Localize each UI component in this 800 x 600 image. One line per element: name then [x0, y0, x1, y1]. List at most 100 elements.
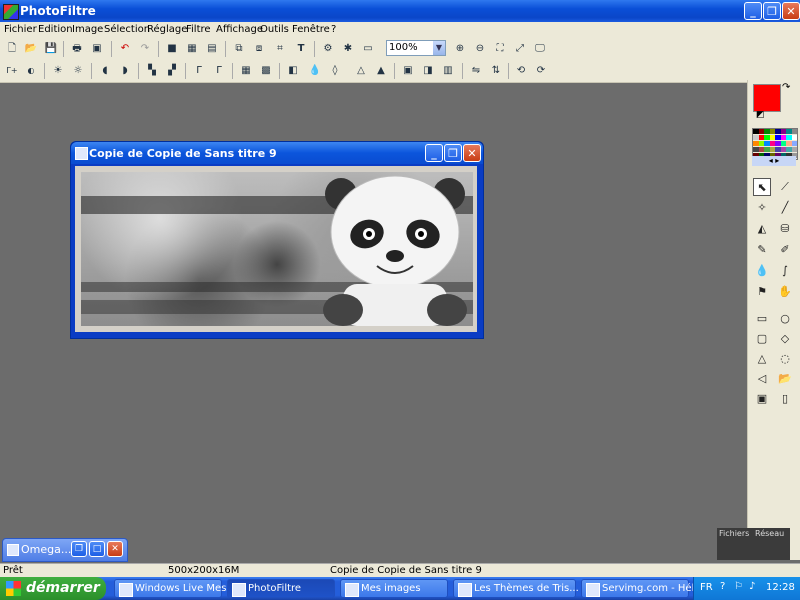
print-icon[interactable]: 🖶 [69, 41, 85, 57]
canvas-size-icon[interactable]: ⧈ [251, 41, 267, 57]
menu-affichage[interactable]: Affichage [216, 24, 263, 35]
color-palette-icon[interactable]: ▦ [184, 41, 200, 57]
magic-wand-tool-icon[interactable]: ✧ [753, 199, 771, 217]
taskbar-item-messenger[interactable]: Windows Live Mess... [114, 579, 241, 598]
close-button[interactable]: ✕ [107, 541, 123, 557]
menu-selection[interactable]: Sélection [104, 24, 150, 35]
pencil-effect-icon[interactable]: △ [353, 63, 369, 79]
gamma-down-icon[interactable]: Γ [191, 63, 207, 79]
taskbar-item-mes-images[interactable]: Mes images [340, 579, 448, 598]
rgb-adjust-icon[interactable]: ▣ [400, 63, 416, 79]
menu-filtre[interactable]: Filtre [186, 24, 211, 35]
menu-image[interactable]: Image [72, 24, 103, 35]
rotate-right-icon[interactable]: ⟳ [533, 63, 549, 79]
clone-stamp-tool-icon[interactable]: ⚑ [753, 283, 771, 301]
rotate-left-icon[interactable]: ⟲ [513, 63, 529, 79]
saturation-down-icon[interactable]: ▚ [144, 63, 160, 79]
maximize-button[interactable]: □ [89, 541, 105, 557]
brush-tool-icon[interactable]: ✎ [753, 241, 771, 259]
help-tray-icon[interactable]: ? [720, 581, 725, 592]
chevron-down-icon[interactable]: ▼ [433, 41, 445, 55]
palette-scroll-arrows[interactable]: ◂ ▸ [752, 156, 796, 166]
open-folder-icon[interactable]: 📂 [23, 41, 39, 57]
taskbar-item-servimg[interactable]: Servimg.com - Héb... [581, 579, 707, 598]
menu-edition[interactable]: Edition [38, 24, 73, 35]
minimize-button[interactable]: _ [744, 2, 762, 20]
gamma-up-icon[interactable]: Γ [211, 63, 227, 79]
colorize-icon[interactable]: ▥ [440, 63, 456, 79]
maximize-button[interactable]: ❐ [763, 2, 781, 20]
blur-drop-tool-icon[interactable]: 💧 [753, 262, 771, 280]
emboss-icon[interactable]: ▲ [373, 63, 389, 79]
rounded-rect-shape-icon[interactable]: ▢ [753, 330, 771, 348]
close-button[interactable]: ✕ [782, 2, 800, 20]
actual-size-icon[interactable]: ⛶ [492, 41, 508, 57]
foreground-color[interactable] [753, 84, 781, 112]
spray-tool-icon[interactable]: ⛁ [776, 220, 794, 238]
blur-icon[interactable]: ◧ [285, 63, 301, 79]
fill-bucket-tool-icon[interactable]: ◭ [753, 220, 771, 238]
save-icon[interactable]: 💾 [43, 41, 59, 57]
doc-maximize-button[interactable]: ❐ [444, 144, 462, 162]
image-canvas[interactable] [81, 172, 473, 326]
redo-icon[interactable]: ↷ [137, 41, 153, 57]
mosaic-icon[interactable]: ▩ [258, 63, 274, 79]
reset-colors-icon[interactable]: ◩ [756, 110, 765, 120]
hand-tool-icon[interactable]: ✋ [776, 283, 794, 301]
window-icon[interactable]: ▭ [360, 41, 376, 57]
volume-tray-icon[interactable]: ♪ [749, 581, 755, 592]
automate-icon[interactable]: ⚙ [320, 41, 336, 57]
undo-icon[interactable]: ↶ [117, 41, 133, 57]
grayscale-icon[interactable]: ■ [164, 41, 180, 57]
crop-icon[interactable]: ⌗ [272, 41, 288, 57]
sharpen-drop-icon[interactable]: 💧 [307, 63, 323, 79]
new-file-icon[interactable]: 🗋 [4, 41, 20, 57]
auto-contrast-icon[interactable]: ◐ [23, 63, 39, 79]
grid-filter-icon[interactable]: ▦ [238, 63, 254, 79]
tab-reseau[interactable]: Réseau [755, 529, 784, 538]
menu-fenetre[interactable]: Fenêtre [292, 24, 330, 35]
taskbar-item-photofiltre[interactable]: PhotoFiltre [227, 579, 335, 598]
start-button[interactable]: démarrer [0, 577, 106, 600]
contrast-down-icon[interactable]: ◖ [97, 63, 113, 79]
advanced-brush-tool-icon[interactable]: ✐ [776, 241, 794, 259]
taskbar-item-themes[interactable]: Les Thèmes de Tris... [453, 579, 579, 598]
network-tray-icon[interactable]: ⚐ [734, 581, 743, 592]
rectangle-shape-icon[interactable]: ▭ [753, 310, 771, 328]
ellipse-shape-icon[interactable]: ○ [776, 310, 794, 328]
selection-tool-icon[interactable]: ⬉ [753, 178, 771, 196]
menu-help[interactable]: ? [331, 24, 336, 35]
smooth-drop-icon[interactable]: ◊ [327, 63, 343, 79]
fit-window-icon[interactable]: ⤢ [512, 41, 528, 57]
saturation-up-icon[interactable]: ▞ [164, 63, 180, 79]
hue-icon[interactable]: ◨ [420, 63, 436, 79]
doc-minimize-button[interactable]: _ [425, 144, 443, 162]
scan-icon[interactable]: ▣ [89, 41, 105, 57]
zoom-select[interactable]: 100% ▼ [386, 40, 446, 56]
flip-vertical-icon[interactable]: ⇅ [488, 63, 504, 79]
zoom-out-icon[interactable]: ⊖ [472, 41, 488, 57]
fullscreen-icon[interactable]: 🖵 [532, 41, 548, 57]
diamond-shape-icon[interactable]: ◇ [776, 330, 794, 348]
swap-colors-icon[interactable]: ↷ [782, 82, 790, 93]
minimized-window[interactable]: Omega... ❐ □ ✕ [2, 538, 128, 562]
transparency-icon[interactable]: ▤ [204, 41, 220, 57]
triangle-shape-icon[interactable]: △ [753, 350, 771, 368]
eyedropper-tool-icon[interactable]: ⟋ [776, 178, 794, 196]
select-all-icon[interactable]: ▣ [753, 390, 771, 408]
image-size-icon[interactable]: ⧉ [231, 41, 247, 57]
brightness-down-icon[interactable]: ☀ [50, 63, 66, 79]
doc-close-button[interactable]: ✕ [463, 144, 481, 162]
document-title-bar[interactable]: Copie de Copie de Sans titre 9 _ ❐ ✕ [71, 142, 483, 164]
menu-reglage[interactable]: Réglage [147, 24, 187, 35]
language-indicator[interactable]: FR [700, 582, 713, 593]
finger-tool-icon[interactable]: ∫ [776, 262, 794, 280]
contrast-up-icon[interactable]: ◗ [117, 63, 133, 79]
tab-fichiers[interactable]: Fichiers [719, 529, 749, 538]
text-tool-icon[interactable]: T [293, 41, 309, 57]
flip-horizontal-icon[interactable]: ⇋ [468, 63, 484, 79]
menu-fichier[interactable]: Fichier [4, 24, 37, 35]
zoom-in-icon[interactable]: ⊕ [452, 41, 468, 57]
line-tool-icon[interactable]: ╱ [776, 199, 794, 217]
menu-outils[interactable]: Outils [260, 24, 289, 35]
